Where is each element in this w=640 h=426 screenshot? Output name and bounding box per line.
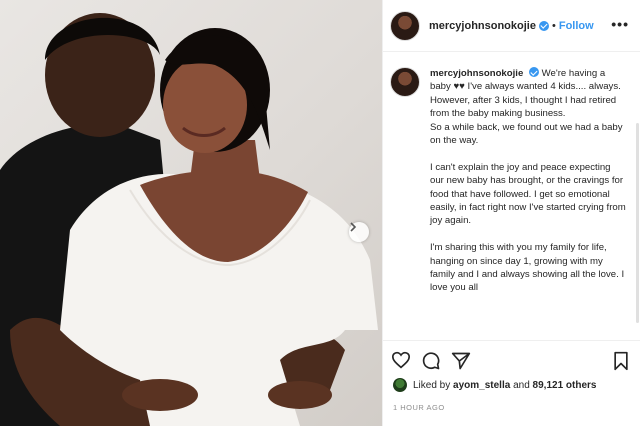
caption-username[interactable]: mercyjohnsonokojie bbox=[430, 68, 523, 79]
follow-button[interactable]: Follow bbox=[559, 20, 594, 32]
post-timestamp[interactable]: 1 HOUR AGO bbox=[393, 403, 445, 412]
verified-badge-icon bbox=[538, 20, 549, 31]
couple-photo-illustration bbox=[0, 13, 378, 426]
author-username[interactable]: mercyjohnsonokojie bbox=[429, 20, 536, 32]
header-separator: • bbox=[551, 19, 556, 32]
bookmark-icon[interactable] bbox=[613, 351, 629, 371]
comment-icon[interactable] bbox=[421, 351, 441, 371]
liker-avatar[interactable] bbox=[393, 378, 407, 392]
share-icon[interactable] bbox=[451, 351, 471, 371]
caption-paragraph: I can't explain the joy and peace expect… bbox=[430, 161, 626, 227]
likes-summary: Liked by ayom_stella and 89,121 others bbox=[393, 378, 596, 392]
caption-paragraph: So a while back, we found out we had a b… bbox=[430, 121, 623, 147]
caption-paragraph: mercyjohnsonokojie We're having a baby ♥… bbox=[430, 67, 621, 120]
likes-count[interactable]: 89,121 others bbox=[533, 380, 597, 391]
heart-icon[interactable] bbox=[391, 351, 411, 369]
verified-badge-icon bbox=[528, 67, 539, 77]
next-photo-button[interactable] bbox=[349, 222, 369, 242]
liker-username[interactable]: ayom_stella bbox=[453, 380, 510, 391]
more-options-icon[interactable]: ••• bbox=[611, 16, 629, 32]
chevron-right-icon bbox=[350, 222, 357, 232]
post-caption: mercyjohnsonokojie We're having a baby ♥… bbox=[430, 67, 626, 339]
post-header: mercyjohnsonokojie • Follow ••• bbox=[383, 0, 640, 52]
post-photo[interactable] bbox=[0, 0, 382, 426]
author-avatar[interactable] bbox=[390, 10, 420, 41]
caption-area: mercyjohnsonokojie We're having a baby ♥… bbox=[383, 53, 640, 339]
caption-author-avatar[interactable] bbox=[390, 67, 420, 97]
caption-scrollbar[interactable] bbox=[636, 123, 639, 323]
action-bar bbox=[383, 340, 640, 374]
caption-paragraph: I'm sharing this with you my family for … bbox=[430, 242, 625, 294]
post-sidebar: mercyjohnsonokojie • Follow ••• mercyjoh… bbox=[382, 0, 640, 426]
